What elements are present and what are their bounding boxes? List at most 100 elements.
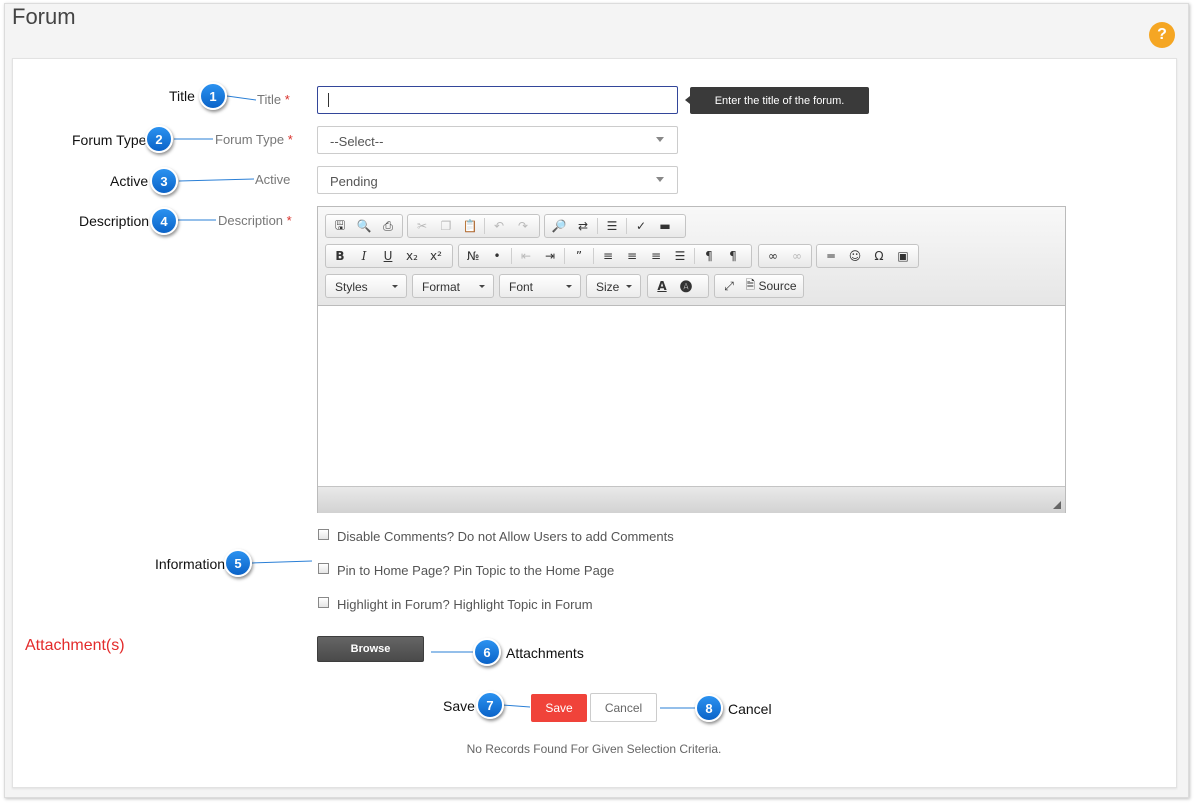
chevron-down-icon [656,137,664,142]
field-label-forum-type: Forum Type * [215,132,293,147]
toolbar-group-insert: ═ ☺ Ω ▣ [816,244,919,268]
smiley-icon[interactable]: ☺ [843,246,867,266]
active-value: Pending [330,174,378,189]
size-combo[interactable]: Size [586,274,641,298]
toolbar-group-paragraph: № • ⇤ ⇥ ” ≡ ≡ ≡ ☰ ¶ ¶ [458,244,752,268]
callout-label-forum-type: Forum Type [72,132,147,148]
callout-badge-6: 6 [473,638,501,666]
field-label-active: Active [255,172,291,187]
no-records-message: No Records Found For Given Selection Cri… [466,742,722,756]
ltr-icon[interactable]: ¶ [697,246,721,266]
undo-icon[interactable]: ↶ [487,216,511,236]
highlight-forum-label: Highlight in Forum? Highlight Topic in F… [337,597,593,612]
toolbar-group-links: ∞ ∞ [758,244,812,268]
editor-content-area[interactable] [318,306,1065,486]
spellcheck-icon[interactable]: ✓ [629,216,653,236]
callout-label-attachments: Attachments [506,645,584,661]
callout-badge-7: 7 [476,691,504,719]
paste-icon[interactable]: 📋 [458,216,482,236]
italic-icon[interactable]: I [352,246,376,266]
link-icon[interactable]: ∞ [761,246,785,266]
toolbar-group-clipboard: ✂ ❐ 📋 ↶ ↷ [407,214,540,238]
bulleted-list-icon[interactable]: • [485,246,509,266]
align-left-icon[interactable]: ≡ [596,246,620,266]
indent-icon[interactable]: ⇥ [538,246,562,266]
superscript-icon[interactable]: x² [424,246,448,266]
title-input[interactable] [317,86,678,114]
align-right-icon[interactable]: ≡ [644,246,668,266]
disable-comments-label: Disable Comments? Do not Allow Users to … [337,529,674,544]
field-label-title: Title * [257,92,290,107]
callout-badge-1: 1 [199,82,227,110]
numbered-list-icon[interactable]: № [461,246,485,266]
chevron-down-icon [479,285,485,288]
attachments-title: Attachment(s) [25,637,125,654]
rtl-icon[interactable]: ¶ [721,246,745,266]
forum-type-select[interactable]: --Select-- [317,126,678,154]
preview-icon[interactable]: 🔍 [352,216,376,236]
align-center-icon[interactable]: ≡ [620,246,644,266]
chevron-down-icon [566,285,572,288]
editor-toolbar: 🖫 🔍 ⎙ ✂ ❐ 📋 ↶ ↷ 🔎 ⇄ ☰ ✓ ▬ B I U x₂ x² № … [318,207,1065,306]
redo-icon[interactable]: ↷ [511,216,535,236]
forum-type-value: --Select-- [330,134,384,149]
cut-icon[interactable]: ✂ [410,216,434,236]
background-color-icon[interactable]: 🅐 [674,276,698,296]
text-color-icon[interactable]: A [650,276,674,296]
blockquote-icon[interactable]: ” [567,246,591,266]
font-combo[interactable]: Font [499,274,581,298]
toolbar-group-editing: 🔎 ⇄ ☰ ✓ ▬ [544,214,686,238]
unlink-icon[interactable]: ∞ [785,246,809,266]
subscript-icon[interactable]: x₂ [400,246,424,266]
callout-badge-5: 5 [224,549,252,577]
outdent-icon[interactable]: ⇤ [514,246,538,266]
callout-label-information: Information [155,556,226,572]
toolbar-group-document: 🖫 🔍 ⎙ [325,214,403,238]
highlight-forum-checkbox[interactable] [318,597,329,608]
callout-badge-2: 2 [145,125,173,153]
chevron-down-icon [626,285,632,288]
justify-icon[interactable]: ☰ [668,246,692,266]
select-all-icon[interactable]: ☰ [600,216,624,236]
chevron-down-icon [656,177,664,182]
replace-icon[interactable]: ⇄ [571,216,595,236]
maximize-icon[interactable]: ⤢ [717,276,741,296]
pin-home-label: Pin to Home Page? Pin Topic to the Home … [337,563,615,578]
description-editor: 🖫 🔍 ⎙ ✂ ❐ 📋 ↶ ↷ 🔎 ⇄ ☰ ✓ ▬ B I U x₂ x² № … [317,206,1066,513]
title-tooltip: Enter the title of the forum. [690,87,869,114]
disable-comments-checkbox[interactable] [318,529,329,540]
horizontal-rule-icon[interactable]: ═ [819,246,843,266]
special-char-icon[interactable]: Ω [867,246,891,266]
source-button[interactable]: 🗎 Source [741,276,801,296]
save-button[interactable]: Save [531,694,587,722]
pin-home-checkbox[interactable] [318,563,329,574]
toolbar-group-basic-styles: B I U x₂ x² [325,244,453,268]
copy-icon[interactable]: ❐ [434,216,458,236]
active-select[interactable]: Pending [317,166,678,194]
resize-handle-icon[interactable] [1053,501,1061,509]
format-combo[interactable]: Format [412,274,494,298]
print-icon[interactable]: ⎙ [376,216,400,236]
styles-combo[interactable]: Styles [325,274,407,298]
field-label-description: Description * [218,213,292,228]
underline-icon[interactable]: U [376,246,400,266]
toolbar-group-tools: ⤢ 🗎 Source [714,274,804,298]
bold-icon[interactable]: B [328,246,352,266]
save-icon[interactable]: 🖫 [328,216,352,236]
editor-footer [318,486,1065,513]
toolbar-group-colors: A 🅐 [647,274,709,298]
callout-label-save: Save [443,698,475,714]
callout-badge-8: 8 [695,694,723,722]
callout-badge-3: 3 [150,167,178,195]
cancel-button[interactable]: Cancel [590,693,657,722]
keyboard-icon[interactable]: ▬ [653,216,677,236]
find-icon[interactable]: 🔎 [547,216,571,236]
callout-label-description: Description [79,213,150,229]
text-caret [328,93,329,107]
browse-button[interactable]: Browse [317,636,424,662]
callout-label-title: Title [169,88,195,104]
image-icon[interactable]: ▣ [891,246,915,266]
callout-label-active: Active [110,173,149,189]
callout-label-cancel: Cancel [728,701,772,717]
chevron-down-icon [392,285,398,288]
